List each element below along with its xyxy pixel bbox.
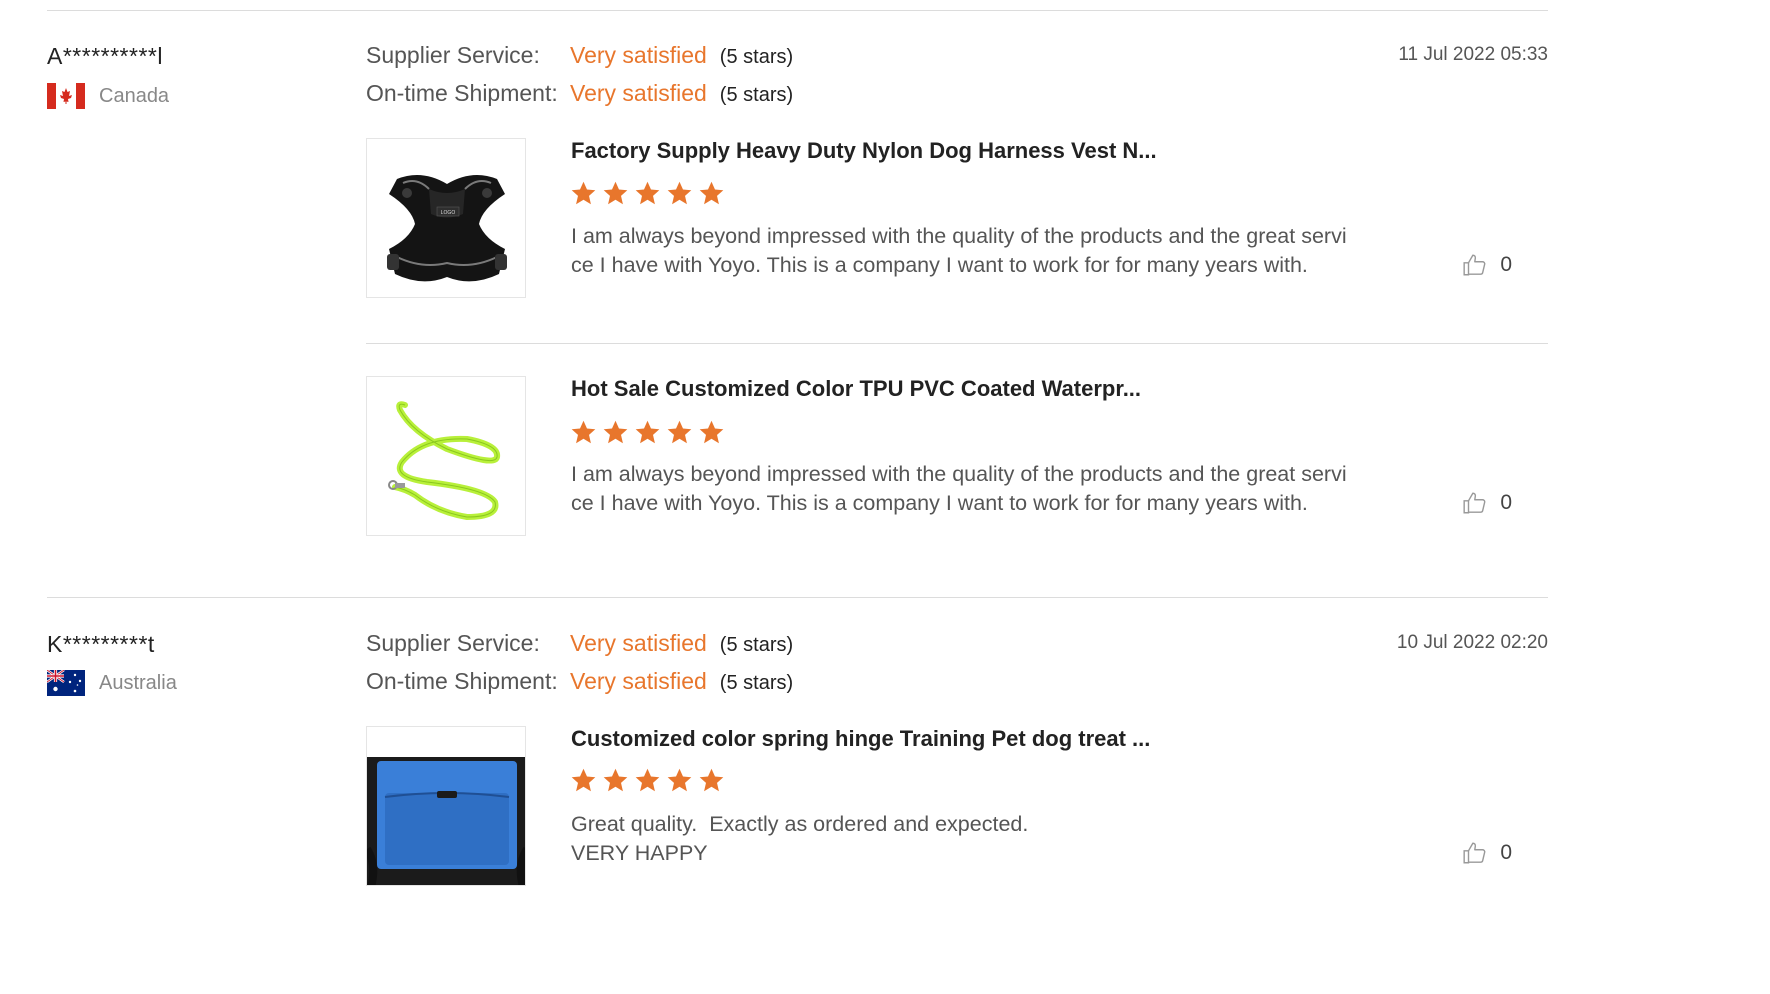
like-count: 0 bbox=[1500, 841, 1512, 864]
review-comment: I am always beyond impressed with the qu… bbox=[571, 222, 1371, 280]
star-icon bbox=[571, 420, 596, 444]
shipment-rating: On-time Shipment: Very satisfied (5 star… bbox=[366, 80, 793, 110]
buyer-country: Canada bbox=[47, 82, 169, 110]
buyer-country: Australia bbox=[46, 669, 177, 697]
dog-treat-bag-image bbox=[367, 727, 525, 885]
supplier-service-value: Very satisfied bbox=[570, 630, 707, 656]
buyer-name: A**********l bbox=[47, 43, 163, 69]
top-divider bbox=[47, 10, 1548, 11]
star-icon bbox=[603, 768, 628, 792]
comment-line: I am always beyond impressed with the qu… bbox=[571, 224, 1347, 248]
buyer-name: K*********t bbox=[47, 631, 155, 657]
shipment-rating: On-time Shipment: Very satisfied (5 star… bbox=[366, 668, 793, 698]
country-name: Australia bbox=[99, 671, 177, 694]
review-date: 11 Jul 2022 05:33 bbox=[1398, 44, 1548, 65]
star-icon bbox=[667, 420, 692, 444]
review-divider bbox=[47, 597, 1548, 598]
star-icon bbox=[699, 420, 724, 444]
supplier-service-label: Supplier Service: bbox=[366, 42, 540, 68]
star-icon bbox=[603, 181, 628, 205]
supplier-service-label: Supplier Service: bbox=[366, 630, 540, 656]
product-title-link[interactable]: Customized color spring hinge Training P… bbox=[571, 726, 1150, 752]
product-review: Customized color spring hinge Training P… bbox=[366, 726, 1548, 886]
product-review: LOGO Factory Supply Heavy Duty Nylon Dog… bbox=[366, 138, 1548, 308]
supplier-service-rating: Supplier Service: Very satisfied (5 star… bbox=[366, 42, 793, 72]
star-icon bbox=[603, 420, 628, 444]
australia-flag-icon bbox=[46, 669, 85, 696]
comment-line: VERY HAPPY bbox=[571, 841, 708, 865]
supplier-service-stars: (5 stars) bbox=[719, 634, 794, 656]
star-icon bbox=[667, 768, 692, 792]
like-button[interactable]: 0 bbox=[1462, 490, 1512, 516]
product-title-link[interactable]: Hot Sale Customized Color TPU PVC Coated… bbox=[571, 376, 1141, 402]
product-divider bbox=[366, 343, 1548, 344]
comment-line: Great quality. Exactly as ordered and ex… bbox=[571, 812, 1029, 836]
reviews-page: A**********l Canada Supplier Service: Ve… bbox=[0, 0, 1770, 994]
product-star-rating bbox=[570, 180, 725, 207]
product-thumbnail[interactable] bbox=[366, 376, 526, 536]
star-icon bbox=[699, 768, 724, 792]
review-comment: Great quality. Exactly as ordered and ex… bbox=[571, 810, 1371, 868]
supplier-service-stars: (5 stars) bbox=[719, 46, 794, 68]
thumbs-up-icon bbox=[1463, 254, 1486, 276]
product-title-link[interactable]: Factory Supply Heavy Duty Nylon Dog Harn… bbox=[571, 138, 1157, 164]
supplier-service-value: Very satisfied bbox=[570, 42, 707, 68]
star-icon bbox=[667, 181, 692, 205]
star-icon bbox=[571, 768, 596, 792]
like-count: 0 bbox=[1500, 253, 1512, 276]
comment-line: I am always beyond impressed with the qu… bbox=[571, 462, 1347, 486]
dog-leash-image bbox=[367, 377, 525, 535]
shipment-value: Very satisfied bbox=[570, 668, 707, 694]
country-name: Canada bbox=[99, 84, 170, 107]
star-icon bbox=[699, 181, 724, 205]
like-button[interactable]: 0 bbox=[1462, 252, 1512, 278]
like-button[interactable]: 0 bbox=[1462, 840, 1512, 866]
product-star-rating bbox=[570, 767, 725, 794]
review-date: 10 Jul 2022 02:20 bbox=[1396, 632, 1548, 653]
like-count: 0 bbox=[1500, 491, 1512, 514]
product-thumbnail[interactable]: LOGO bbox=[366, 138, 526, 298]
review-comment: I am always beyond impressed with the qu… bbox=[571, 460, 1371, 518]
comment-line: ce I have with Yoyo. This is a company I… bbox=[571, 253, 1308, 277]
shipment-label: On-time Shipment: bbox=[366, 668, 558, 694]
product-review: Hot Sale Customized Color TPU PVC Coated… bbox=[366, 376, 1548, 546]
product-thumbnail[interactable] bbox=[366, 726, 526, 886]
comment-line: ce I have with Yoyo. This is a company I… bbox=[571, 491, 1308, 515]
shipment-stars: (5 stars) bbox=[719, 672, 794, 694]
dog-harness-image: LOGO bbox=[367, 139, 525, 297]
star-icon bbox=[635, 181, 660, 205]
star-icon bbox=[635, 768, 660, 792]
thumbs-up-icon bbox=[1463, 842, 1486, 864]
canada-flag-icon bbox=[47, 83, 85, 109]
product-star-rating bbox=[570, 419, 725, 446]
shipment-stars: (5 stars) bbox=[719, 84, 794, 106]
shipment-value: Very satisfied bbox=[570, 80, 707, 106]
shipment-label: On-time Shipment: bbox=[366, 80, 558, 106]
star-icon bbox=[635, 420, 660, 444]
thumbs-up-icon bbox=[1463, 492, 1486, 514]
supplier-service-rating: Supplier Service: Very satisfied (5 star… bbox=[366, 630, 793, 660]
star-icon bbox=[571, 181, 596, 205]
svg-text:LOGO: LOGO bbox=[441, 210, 456, 216]
